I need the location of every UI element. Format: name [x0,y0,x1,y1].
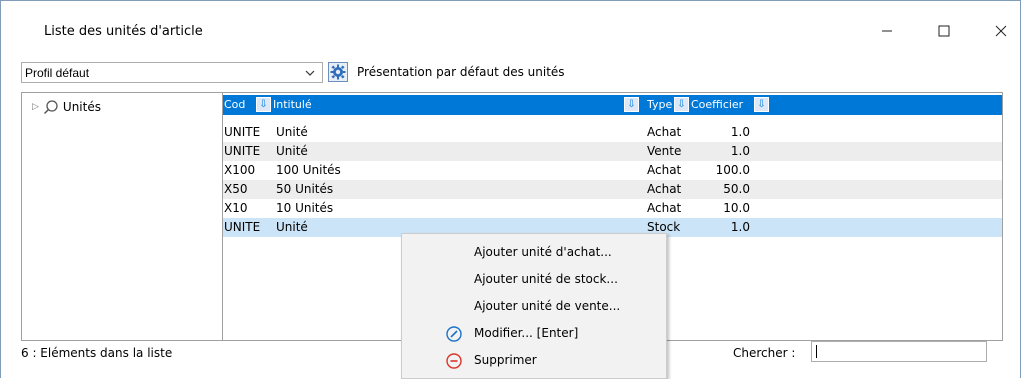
sort-type-icon[interactable]: ⇩ [674,97,689,112]
cell-coefficient: 1.0 [730,144,750,158]
menu-item-add-sale-unit[interactable]: Ajouter unité de vente... [402,294,666,320]
cell-code: X50 [224,182,248,196]
close-button[interactable] [981,18,1021,44]
expand-arrow-icon[interactable]: ▷ [32,102,39,112]
search-label: Chercher : [733,346,796,360]
presentation-label: Présentation par défaut des unités [357,65,565,79]
tree-item-label: Unités [62,100,101,114]
header-type[interactable]: Type [647,98,673,111]
cell-coefficient: 100.0 [715,163,750,177]
cell-code: X100 [224,163,256,177]
cell-intitule: Unité [276,125,308,139]
menu-item-label: Ajouter unité de stock... [474,272,618,286]
text-caret [816,345,817,358]
menu-item-label: Supprimer [474,353,537,367]
menu-item-label: Ajouter unité d'achat... [474,245,612,259]
menu-item-edit[interactable]: Modifier... [Enter] [402,321,666,347]
chevron-down-icon [305,64,315,85]
table-row[interactable]: X10 10 Unités Achat 10.0 [223,199,1002,218]
cell-coefficient: 10.0 [723,201,750,215]
cell-code: UNITE [224,220,261,234]
table-row[interactable]: UNITE Unité Achat 1.0 [223,123,1002,142]
header-coefficient[interactable]: Coefficier [691,98,753,111]
cell-code: UNITE [224,125,261,139]
search-input[interactable] [811,341,987,362]
cell-coefficient: 50.0 [723,182,750,196]
sort-intitule-icon[interactable]: ⇩ [624,97,639,112]
cell-type: Achat [647,125,682,139]
cell-type: Stock [647,220,681,234]
menu-item-add-purchase-unit[interactable]: Ajouter unité d'achat... [402,240,666,266]
context-menu: Ajouter unité d'achat... Ajouter unité d… [401,233,667,379]
profile-select[interactable]: Profil défaut [21,62,323,83]
cell-type: Achat [647,182,682,196]
item-count-status: 6 : Eléments dans la liste [21,346,173,360]
tree-panel: ▷ Unités [21,92,223,341]
edit-icon [446,326,462,342]
table-row[interactable]: UNITE Unité Vente 1.0 [223,142,1002,161]
cell-intitule: 50 Unités [276,182,334,196]
cell-coefficient: 1.0 [730,220,750,234]
cell-intitule: Unité [276,144,308,158]
maximize-button[interactable] [924,18,964,44]
minimize-button[interactable] [867,18,907,44]
close-icon [995,25,1007,37]
presentation-settings-button[interactable] [328,62,348,82]
cell-code: UNITE [224,144,261,158]
cell-intitule: Unité [276,220,308,234]
profile-select-value: Profil défaut [25,66,90,80]
window-title: Liste des unités d'article [44,24,203,39]
search-icon [43,100,58,115]
title-bar: Liste des unités d'article [0,0,1021,40]
table-row[interactable]: X100 100 Unités Achat 100.0 [223,161,1002,180]
delete-icon [446,353,462,369]
menu-item-label: Modifier... [Enter] [474,326,579,340]
table-row[interactable]: X50 50 Unités Achat 50.0 [223,180,1002,199]
gear-icon [330,64,346,80]
cell-type: Achat [647,163,682,177]
table-header: Cod ⇩ Intitulé ⇩ Type ⇩ Coefficier ⇩ [223,95,1002,115]
menu-item-delete[interactable]: Supprimer [402,348,666,374]
menu-item-label: Ajouter unité de vente... [474,299,621,313]
cell-intitule: 100 Unités [276,163,341,177]
cell-intitule: 10 Unités [276,201,334,215]
minimize-icon [882,30,892,32]
header-intitule[interactable]: Intitulé [273,98,613,111]
sort-code-icon[interactable]: ⇩ [256,97,271,112]
cell-code: X10 [224,201,248,215]
sort-coefficient-icon[interactable]: ⇩ [754,97,769,112]
menu-item-add-stock-unit[interactable]: Ajouter unité de stock... [402,267,666,293]
header-code[interactable]: Cod [224,98,255,111]
tree-item-unites[interactable]: ▷ Unités [32,99,101,115]
cell-type: Vente [647,144,682,158]
maximize-icon [938,25,950,37]
cell-type: Achat [647,201,682,215]
cell-coefficient: 1.0 [730,125,750,139]
